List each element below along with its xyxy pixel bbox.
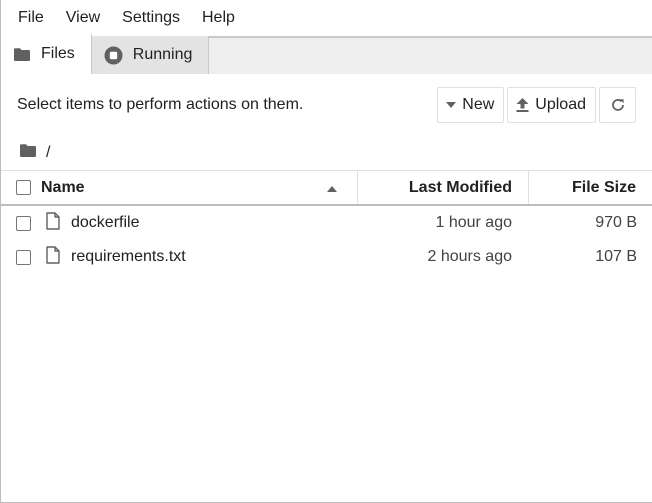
- menu-bar: File View Settings Help: [1, 0, 652, 36]
- upload-button[interactable]: Upload: [507, 87, 596, 123]
- file-size: 107 B: [595, 248, 637, 265]
- file-toolbar: Select items to perform actions on them.…: [1, 74, 652, 136]
- file-listing: Name Last Modified File Size dockerfile …: [1, 170, 652, 274]
- file-row[interactable]: dockerfile 1 hour ago 970 B: [1, 206, 652, 240]
- tab-running[interactable]: Running: [91, 36, 210, 74]
- file-browser-window: File View Settings Help Files Running Se…: [0, 0, 652, 503]
- file-modified: 1 hour ago: [435, 214, 512, 231]
- row-checkbox[interactable]: [15, 249, 31, 265]
- file-icon: [45, 211, 61, 235]
- select-all-cell: [1, 180, 41, 195]
- name-column-header[interactable]: Name: [41, 171, 357, 204]
- breadcrumb: /: [1, 136, 652, 170]
- select-all-checkbox[interactable]: [15, 180, 31, 195]
- file-name-cell: dockerfile: [41, 206, 357, 240]
- modified-column-header[interactable]: Last Modified: [357, 171, 528, 204]
- listing-header: Name Last Modified File Size: [1, 170, 652, 206]
- sort-ascending-icon: [327, 179, 337, 197]
- caret-down-icon: [446, 102, 457, 108]
- menu-view[interactable]: View: [55, 0, 111, 36]
- file-name[interactable]: dockerfile: [71, 214, 139, 232]
- name-column-label: Name: [41, 178, 85, 196]
- new-button[interactable]: New: [437, 87, 505, 123]
- tab-files[interactable]: Files: [1, 34, 92, 74]
- file-name[interactable]: requirements.txt: [71, 248, 186, 266]
- file-modified: 2 hours ago: [427, 248, 512, 265]
- breadcrumb-path[interactable]: /: [46, 144, 50, 162]
- row-select-cell: [1, 215, 41, 231]
- size-column-header[interactable]: File Size: [528, 171, 652, 204]
- home-folder-icon[interactable]: [19, 143, 37, 163]
- refresh-icon: [610, 97, 626, 113]
- upload-icon: [516, 98, 529, 112]
- row-select-cell: [1, 249, 41, 265]
- new-button-label: New: [462, 96, 495, 113]
- folder-icon: [13, 47, 31, 62]
- file-icon: [45, 245, 61, 269]
- file-size: 970 B: [595, 214, 637, 231]
- menu-help[interactable]: Help: [191, 0, 246, 36]
- menu-file[interactable]: File: [7, 0, 55, 36]
- toolbar-buttons: New Upload: [437, 87, 636, 123]
- tab-running-label: Running: [132, 46, 193, 63]
- upload-button-label: Upload: [535, 96, 586, 113]
- tab-files-label: Files: [41, 45, 75, 62]
- stop-circle-icon: [104, 46, 123, 65]
- file-name-cell: requirements.txt: [41, 240, 357, 274]
- tab-bar: Files Running: [1, 34, 652, 74]
- row-checkbox[interactable]: [15, 215, 31, 231]
- selection-hint: Select items to perform actions on them.: [17, 96, 304, 113]
- file-row[interactable]: requirements.txt 2 hours ago 107 B: [1, 240, 652, 274]
- menu-settings[interactable]: Settings: [111, 0, 191, 36]
- refresh-button[interactable]: [599, 87, 636, 123]
